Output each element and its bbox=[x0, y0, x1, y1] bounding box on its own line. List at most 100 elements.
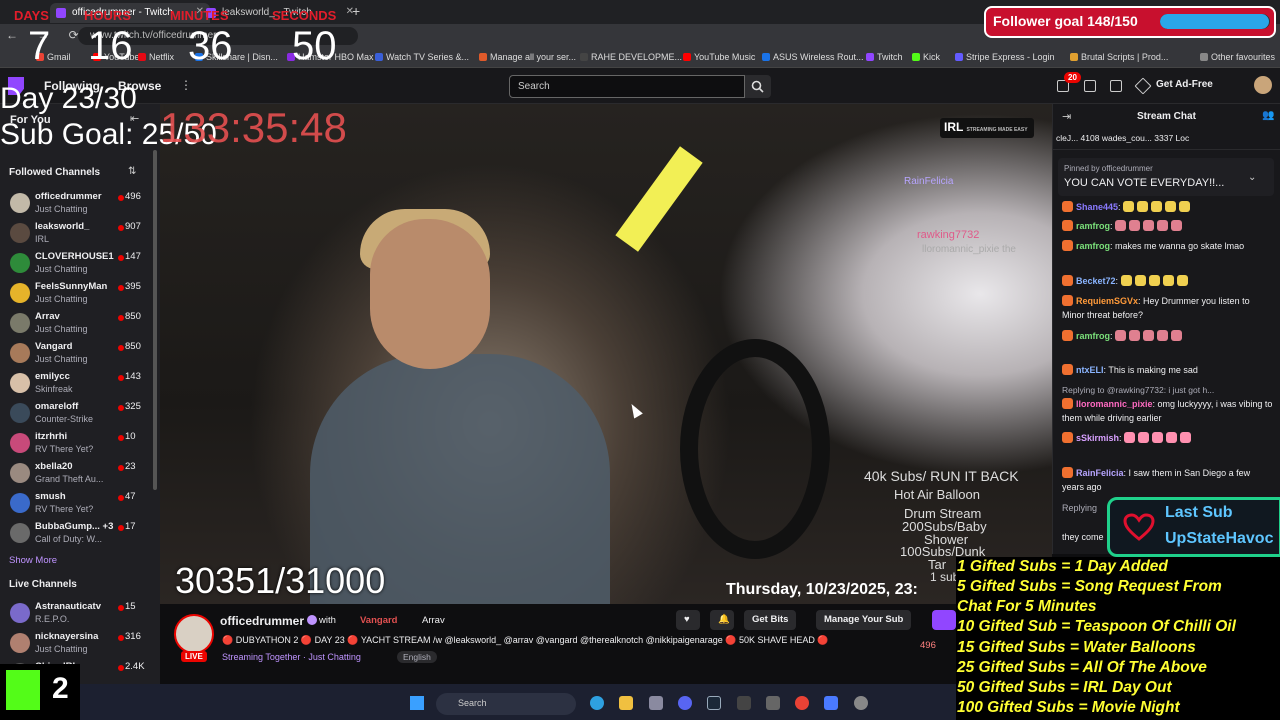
chat-message[interactable]: ramfrog: bbox=[1062, 329, 1274, 343]
bookmark-item[interactable]: Other favourites bbox=[1200, 52, 1275, 62]
bookmark-item[interactable]: Brutal Scripts | Prod... bbox=[1070, 52, 1168, 62]
channel-game: Just Chatting bbox=[35, 264, 88, 274]
chat-message[interactable]: Replying to @rawking7732: i just got h..… bbox=[1062, 383, 1274, 425]
bookmark-item[interactable]: Stripe Express - Login bbox=[955, 52, 1055, 62]
app-icon[interactable] bbox=[649, 696, 663, 710]
chat-username[interactable]: Shane445 bbox=[1076, 202, 1118, 212]
chat-username[interactable]: ramfrog bbox=[1076, 241, 1110, 251]
chat-username[interactable]: ntxELI bbox=[1076, 365, 1104, 375]
channel-game: Counter-Strike bbox=[35, 414, 94, 424]
sidebar-channel[interactable]: nicknayersina Just Chatting 316 bbox=[0, 629, 160, 659]
sidebar-scrollbar[interactable] bbox=[153, 150, 157, 490]
collab-channel[interactable]: Arrav bbox=[422, 615, 445, 626]
channel-viewers: 395 bbox=[125, 281, 141, 292]
windows-start-icon[interactable] bbox=[410, 696, 424, 710]
channel-name: nicknayersina bbox=[35, 631, 99, 642]
chat-message[interactable]: RainFelicia: I saw them in San Diego a f… bbox=[1062, 466, 1274, 494]
bookmark-item[interactable]: Twitch bbox=[866, 52, 903, 62]
sidebar-channel[interactable]: itzrhrhi RV There Yet? 10 bbox=[0, 429, 160, 459]
channel-viewers: 10 bbox=[125, 431, 136, 442]
bookmark-item[interactable]: Netflix bbox=[138, 52, 174, 62]
app-icon[interactable] bbox=[824, 696, 838, 710]
new-tab-button[interactable]: + bbox=[352, 3, 360, 19]
emote-icon bbox=[1115, 220, 1127, 231]
bookmark-item[interactable]: ASUS Wireless Rout... bbox=[762, 52, 864, 62]
emote-icon bbox=[1157, 220, 1169, 231]
sidebar-channel[interactable]: officedrummer Just Chatting 496 bbox=[0, 189, 160, 219]
channel-viewers: 325 bbox=[125, 401, 141, 412]
bookmark-item[interactable]: YouTube Music bbox=[683, 52, 755, 62]
user-avatar[interactable] bbox=[1254, 76, 1272, 94]
edge-icon[interactable] bbox=[590, 696, 604, 710]
app-icon[interactable] bbox=[854, 696, 868, 710]
chat-username[interactable]: lloromannic_pixie bbox=[1076, 399, 1153, 409]
sidebar-channel[interactable]: omareloff Counter-Strike 325 bbox=[0, 399, 160, 429]
emote-icon bbox=[1124, 432, 1136, 443]
sort-icon[interactable]: ⇅ bbox=[128, 166, 136, 177]
show-more-link[interactable]: Show More bbox=[9, 555, 57, 566]
chrome-icon[interactable] bbox=[795, 696, 809, 710]
chat-username[interactable]: sSkirmish bbox=[1076, 433, 1119, 443]
chat-username[interactable]: Becket72 bbox=[1076, 276, 1116, 286]
app-icon[interactable] bbox=[737, 696, 751, 710]
sidebar-channel[interactable]: smush RV There Yet? 47 bbox=[0, 489, 160, 519]
chat-message[interactable]: ntxELI: This is making me sad bbox=[1062, 363, 1274, 377]
irl-logo: IRL STREAMING MADE EASY bbox=[940, 118, 1034, 138]
chat-username[interactable]: RequiemSGVx bbox=[1076, 296, 1138, 306]
get-bits-button[interactable]: Get Bits bbox=[744, 610, 797, 630]
streamer-avatar[interactable] bbox=[174, 614, 214, 654]
heart-icon bbox=[1123, 513, 1155, 541]
stream-category[interactable]: Streaming Together · Just Chatting bbox=[222, 652, 361, 662]
sidebar-channel[interactable]: BubbaGump... +3 Call of Duty: W... 17 bbox=[0, 519, 160, 549]
sidebar-channel[interactable]: leaksworld_ IRL 907 bbox=[0, 219, 160, 249]
chat-username[interactable]: ramfrog bbox=[1076, 331, 1110, 341]
live-dot-icon bbox=[118, 605, 124, 611]
chevron-down-icon[interactable]: ⌄ bbox=[1248, 172, 1256, 183]
app-icon[interactable] bbox=[766, 696, 780, 710]
bookmark-item[interactable]: Watch TV Series &... bbox=[375, 52, 469, 62]
search-button[interactable] bbox=[745, 75, 771, 98]
bookmark-item[interactable]: Manage all your ser... bbox=[479, 52, 576, 62]
chat-message[interactable]: Shane445: bbox=[1062, 200, 1274, 214]
chat-message[interactable]: RequiemSGVx: Hey Drummer you listen to M… bbox=[1062, 294, 1274, 322]
streamer-name[interactable]: officedrummer bbox=[220, 614, 304, 628]
follow-heart-button[interactable]: ♥ bbox=[676, 610, 700, 630]
sidebar-channel[interactable]: Arrav Just Chatting 850 bbox=[0, 309, 160, 339]
language-tag[interactable]: English bbox=[397, 651, 437, 663]
chat-username[interactable]: RainFelicia bbox=[1076, 468, 1124, 478]
taskbar-search[interactable]: Search bbox=[436, 693, 576, 715]
file-explorer-icon[interactable] bbox=[619, 696, 633, 710]
chat-message[interactable]: ramfrog: makes me wanna go skate lmao bbox=[1062, 239, 1274, 253]
channel-avatar bbox=[10, 603, 30, 623]
bookmark-item[interactable]: Kick bbox=[912, 52, 940, 62]
steam-icon[interactable] bbox=[707, 696, 721, 710]
bookmark-item[interactable]: RAHE DEVELOPME... bbox=[580, 52, 682, 62]
search-input[interactable]: Search bbox=[509, 75, 745, 98]
notification-bell-button[interactable]: 🔔 bbox=[710, 610, 734, 630]
chat-leaderboard: cleJ... 4108 wades_cou... 3337 Loc bbox=[1052, 130, 1280, 150]
whispers-icon[interactable] bbox=[1084, 80, 1096, 92]
with-label: with bbox=[319, 615, 336, 626]
chat-message[interactable]: Becket72: bbox=[1062, 274, 1274, 288]
more-icon[interactable]: ⋮ bbox=[180, 78, 192, 92]
channel-avatar bbox=[10, 493, 30, 513]
sidebar-channel[interactable]: Vangard Just Chatting 850 bbox=[0, 339, 160, 369]
get-ad-free-button[interactable]: Get Ad-Free bbox=[1156, 79, 1213, 90]
manage-sub-button[interactable]: Manage Your Sub bbox=[816, 610, 912, 630]
sidebar-channel[interactable]: CLOVERHOUSE1 Just Chatting 147 bbox=[0, 249, 160, 279]
chat-username[interactable]: ramfrog bbox=[1076, 221, 1110, 231]
discord-icon[interactable] bbox=[678, 696, 692, 710]
collab-channel[interactable]: Vangard bbox=[360, 615, 398, 626]
channel-viewers: 147 bbox=[125, 251, 141, 262]
chat-users-icon[interactable]: 👥 bbox=[1262, 110, 1274, 121]
collapse-chat-icon[interactable]: ⇥ bbox=[1062, 110, 1071, 123]
sidebar-channel[interactable]: Astranauticatv R.E.P.O. 15 bbox=[0, 599, 160, 629]
chat-message[interactable]: sSkirmish: bbox=[1062, 431, 1274, 445]
chat-message[interactable]: ramfrog: bbox=[1062, 219, 1274, 233]
sidebar-channel[interactable]: FeelsSunnyMan Just Chatting 395 bbox=[0, 279, 160, 309]
gift-sub-button[interactable] bbox=[932, 610, 956, 630]
sidebar-channel[interactable]: emilycc Skinfreak 143 bbox=[0, 369, 160, 399]
sidebar-channel[interactable]: xbella20 Grand Theft Au... 23 bbox=[0, 459, 160, 489]
channel-avatar bbox=[10, 193, 30, 213]
prime-icon[interactable] bbox=[1110, 80, 1122, 92]
